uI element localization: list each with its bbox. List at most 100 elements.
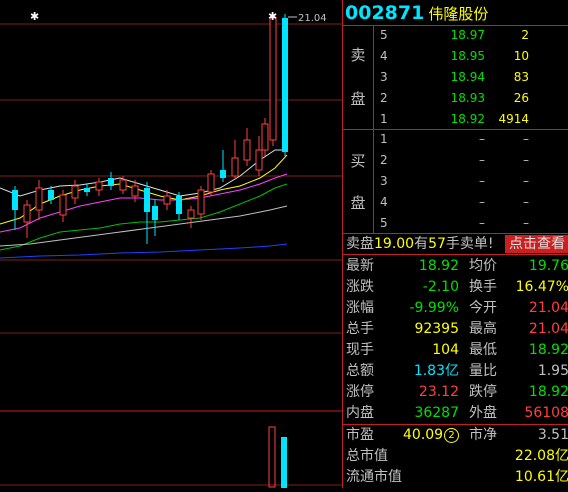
candle-body: [261, 123, 269, 151]
view-details-button[interactable]: 点击查看: [505, 235, 568, 253]
ma-line-blue: [0, 243, 288, 259]
stat-row: 内盘 36287 外盘 56108: [343, 403, 568, 424]
star-icon: ✱: [268, 10, 277, 23]
float-cap-row: 流通市值 10.61亿: [343, 467, 568, 488]
level: 4: [380, 49, 388, 63]
stat-label: 总额: [346, 363, 374, 379]
pe-label: 市盈: [346, 427, 374, 443]
stat-value: 92395: [414, 321, 459, 337]
level: 3: [380, 174, 388, 188]
stat-row: 涨跌 -2.10 换手 16.47%: [343, 277, 568, 298]
volume: 2: [521, 28, 529, 42]
divider: [343, 254, 568, 255]
stat-label: 最高: [469, 321, 497, 337]
stat-label: 换手: [469, 279, 497, 295]
stat-value: 23.12: [418, 384, 459, 400]
candles: [12, 14, 288, 244]
volume: –: [523, 174, 529, 188]
buy-row[interactable]: 4 – –: [343, 192, 568, 213]
candle-body: [231, 157, 239, 177]
stat-row: 涨停 23.12 跌停 18.92: [343, 382, 568, 403]
stat-value: 104: [432, 342, 459, 358]
stat-label: 跌停: [469, 384, 497, 400]
stock-name[interactable]: 伟隆股份: [428, 5, 488, 23]
sell-row[interactable]: 1 18.92 4914: [343, 109, 568, 130]
candle-body: [243, 139, 251, 161]
volume-bar-up: [268, 426, 276, 488]
volume: 10: [513, 49, 529, 63]
stat-value: 21.04: [528, 300, 568, 316]
candle-body: [152, 206, 158, 220]
stat-value: 56108: [524, 405, 568, 421]
candle-body: [144, 188, 150, 212]
level: 2: [380, 153, 388, 167]
candle-body: [84, 188, 90, 192]
candle-body: [23, 204, 31, 223]
stat-label: 外盘: [469, 405, 497, 421]
buy-row[interactable]: 3 – –: [343, 171, 568, 192]
candle-body: [59, 194, 67, 216]
level: 3: [380, 70, 388, 84]
candle-body: [35, 187, 43, 211]
candle-body: [12, 190, 18, 210]
buy-row[interactable]: 1 – –: [343, 129, 568, 150]
candle-body: [163, 195, 171, 205]
price: –: [479, 132, 485, 146]
candle-body: [207, 173, 215, 193]
stat-row: 现手 104 最低 18.92: [343, 340, 568, 361]
stat-label: 总手: [346, 321, 374, 337]
stat-value: 18.92: [528, 342, 568, 358]
candle-body: [255, 149, 263, 171]
market-cap-label: 总市值: [346, 448, 388, 464]
stat-value: -9.99%: [409, 300, 459, 316]
stat-label: 涨停: [346, 384, 374, 400]
candlestick-chart[interactable]: 21.04 ✱ ✱: [0, 0, 342, 488]
candle-body: [197, 189, 205, 215]
stat-value: 1.83亿: [413, 363, 459, 379]
stat-row: 最新 18.92 均价 19.76: [343, 256, 568, 277]
price: 18.95: [450, 49, 485, 63]
price: –: [479, 216, 485, 230]
stat-value: 16.47%: [515, 279, 568, 295]
price: 18.92: [450, 112, 485, 126]
candle-body: [282, 18, 288, 152]
level: 2: [380, 91, 388, 105]
level: 4: [380, 195, 388, 209]
sell-row[interactable]: 5 18.97 2: [343, 25, 568, 46]
volume-bars: [268, 426, 287, 488]
price: 18.97: [450, 28, 485, 42]
candle-body: [71, 185, 79, 199]
volume: –: [523, 132, 529, 146]
volume: 4914: [498, 112, 529, 126]
pe-row: 市盈 40.09 2 市净 3.51: [343, 425, 568, 446]
sell-row[interactable]: 2 18.93 26: [343, 88, 568, 109]
sell-row[interactable]: 4 18.95 10: [343, 46, 568, 67]
alert-text: 卖盘19.00有57手卖单!: [346, 236, 494, 252]
volume: –: [523, 153, 529, 167]
candle-body: [187, 209, 195, 219]
float-cap-value: 10.61亿: [514, 469, 568, 485]
buy-row[interactable]: 5 – –: [343, 213, 568, 234]
chart-canvas[interactable]: 21.04 ✱ ✱: [0, 0, 342, 488]
sell-row[interactable]: 3 18.94 83: [343, 67, 568, 88]
stat-value: -2.10: [422, 279, 459, 295]
stat-value: 19.76: [528, 258, 568, 274]
quote-panel: 002871 伟隆股份 卖 盘 5 18.97 2 4 18.95 10 3 18.94 83 2 1…: [342, 0, 568, 488]
stock-code[interactable]: 002871: [345, 2, 424, 24]
stat-label: 量比: [469, 363, 497, 379]
buy-row[interactable]: 2 – –: [343, 150, 568, 171]
stat-row: 涨幅 -9.99% 今开 21.04: [343, 298, 568, 319]
stat-label: 现手: [346, 342, 374, 358]
volume: 83: [513, 70, 529, 84]
pe-badge-icon: 2: [444, 427, 460, 443]
price: 18.94: [450, 70, 485, 84]
candle-body: [119, 179, 127, 191]
grid: [0, 23, 342, 486]
price: –: [479, 195, 485, 209]
volume: 26: [513, 91, 529, 105]
float-cap-label: 流通市值: [346, 469, 402, 485]
stat-label: 最新: [346, 258, 374, 274]
stat-label: 涨幅: [346, 300, 374, 316]
level: 5: [380, 216, 388, 230]
market-cap-row: 总市值 22.08亿: [343, 446, 568, 467]
